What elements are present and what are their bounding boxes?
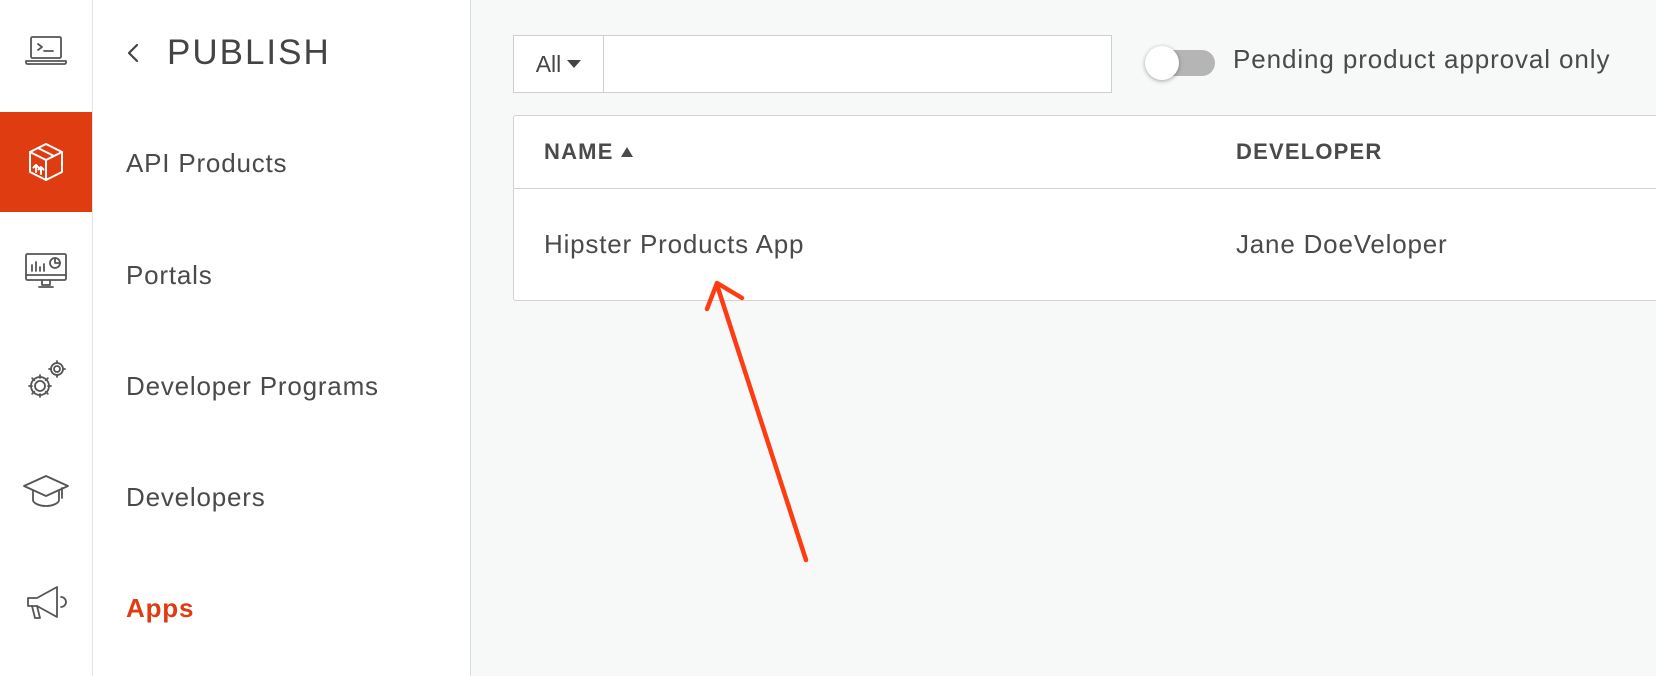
column-header-developer[interactable]: DEVELOPER xyxy=(1236,116,1383,188)
nav-item-apps[interactable]: Apps xyxy=(93,578,470,638)
pending-approval-label: Pending product approval only xyxy=(1233,44,1611,74)
rail-item-analytics[interactable] xyxy=(0,220,92,320)
rail-item-announcements[interactable] xyxy=(0,552,92,652)
nav-item-developers[interactable]: Developers xyxy=(93,467,470,527)
rail-item-publish[interactable] xyxy=(0,112,92,212)
filter-select[interactable]: All xyxy=(513,35,604,93)
publish-nav-panel: PUBLISH API Products Portals Developer P… xyxy=(93,0,471,676)
page-title: PUBLISH xyxy=(167,33,331,72)
nav-item-api-products[interactable]: API Products xyxy=(93,133,470,193)
nav-item-portals[interactable]: Portals xyxy=(93,245,470,305)
analytics-monitor-icon xyxy=(25,253,67,288)
graduation-cap-icon xyxy=(23,475,69,507)
toggle-knob xyxy=(1145,46,1179,80)
developer-cell: Jane DoeVeloper xyxy=(1236,228,1448,259)
rail-item-learning[interactable] xyxy=(0,440,92,540)
table-header: NAME DEVELOPER xyxy=(514,116,1656,189)
sort-ascending-icon xyxy=(620,147,633,157)
rail-item-settings[interactable] xyxy=(0,330,92,430)
megaphone-icon xyxy=(27,586,67,619)
icon-rail xyxy=(0,0,93,676)
filter-select-value: All xyxy=(535,50,562,77)
search-input[interactable] xyxy=(604,35,1112,93)
caret-down-icon xyxy=(567,60,582,68)
table-row[interactable]: Hipster Products App Jane DoeVeloper xyxy=(514,188,1656,300)
gears-icon xyxy=(28,360,66,398)
nav-item-developer-programs[interactable]: Developer Programs xyxy=(93,356,470,416)
app-name-cell[interactable]: Hipster Products App xyxy=(544,188,804,300)
column-header-name[interactable]: NAME xyxy=(544,116,634,188)
rail-item-terminal[interactable] xyxy=(0,0,92,100)
chevron-left-icon xyxy=(127,43,139,63)
apps-table: NAME DEVELOPER Hipster Products App Jane… xyxy=(513,115,1656,301)
back-to-publish[interactable]: PUBLISH xyxy=(123,28,331,78)
terminal-laptop-icon xyxy=(25,36,67,65)
pending-approval-toggle[interactable] xyxy=(1145,46,1217,80)
package-box-icon xyxy=(29,143,63,181)
